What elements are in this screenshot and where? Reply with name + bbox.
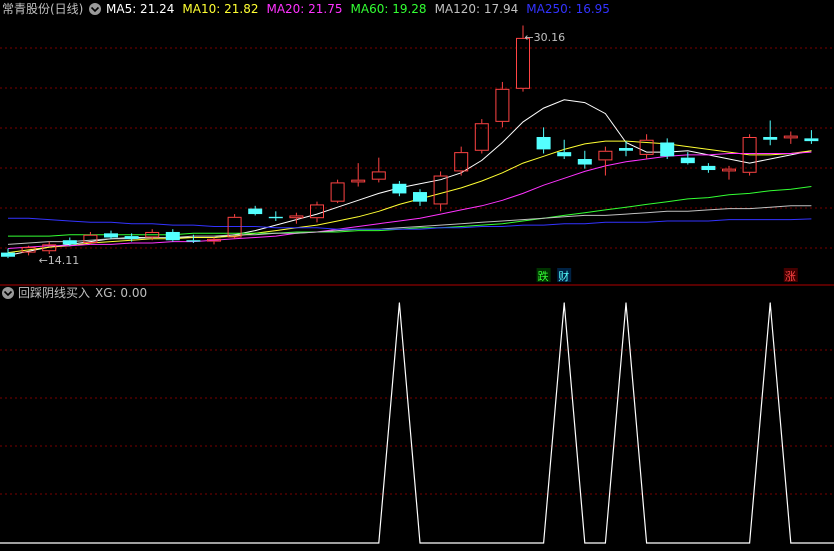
candle[interactable] — [619, 141, 633, 157]
candle[interactable] — [351, 163, 366, 187]
ma-legend-item: MA5: 21.24 — [106, 2, 174, 16]
ma-legend-item: MA20: 21.75 — [266, 2, 342, 16]
candle[interactable] — [454, 146, 469, 176]
ma20-line — [7, 151, 812, 249]
ma-legend-item: MA60: 19.28 — [351, 2, 427, 16]
candle[interactable] — [536, 127, 551, 154]
candle[interactable] — [371, 157, 386, 183]
collapse-icon[interactable] — [89, 3, 101, 15]
indicator-collapse-icon[interactable] — [2, 287, 14, 299]
svg-text:跌: 跌 — [538, 269, 549, 283]
chart-canvas: ←14.11 ←30.16 跌财 涨 常青股份(日线) MA5: 21.24 MA10… — [0, 2, 834, 544]
xg-value-label: XG: 0.00 — [95, 286, 147, 300]
candle[interactable] — [248, 205, 263, 216]
svg-text:涨: 涨 — [785, 270, 796, 283]
candle[interactable] — [1, 248, 15, 259]
moving-average-lines — [7, 99, 812, 256]
price-annotation: ←14.11 — [39, 254, 80, 267]
candle[interactable] — [577, 150, 592, 169]
candle[interactable] — [392, 181, 407, 197]
candle[interactable] — [310, 201, 324, 223]
candle[interactable] — [433, 171, 448, 212]
indicator-title: 回踩阴线买入 — [18, 286, 90, 300]
main-legend: 常青股份(日线) MA5: 21.24 MA10: 21.82 MA20: 21.7… — [2, 2, 610, 16]
stock-title: 常青股份(日线) — [2, 2, 83, 16]
xg-peak — [563, 302, 565, 304]
candle[interactable] — [783, 131, 798, 144]
candle[interactable] — [722, 165, 736, 180]
candle[interactable] — [165, 229, 180, 242]
candle[interactable] — [660, 138, 675, 160]
candle[interactable] — [598, 146, 613, 176]
xg-line — [0, 302, 834, 544]
candle[interactable] — [83, 231, 98, 245]
candle[interactable] — [413, 189, 427, 206]
grid-lines — [0, 47, 834, 495]
candle[interactable] — [104, 230, 118, 239]
candle[interactable] — [701, 163, 716, 173]
candle[interactable] — [207, 237, 221, 245]
price-annotation: ←30.16 — [524, 31, 565, 44]
ma-legend-item: MA120: 17.94 — [435, 2, 519, 16]
candle[interactable] — [474, 119, 489, 154]
ma5-line — [7, 99, 812, 256]
xg-peak — [398, 302, 400, 304]
candle[interactable] — [804, 130, 819, 144]
signal-markers: 跌财 涨 — [536, 268, 798, 283]
candle[interactable] — [557, 139, 572, 160]
candle[interactable] — [763, 120, 778, 146]
ma-legend-items: MA5: 21.24 MA10: 21.82 MA20: 21.75 MA60: 19… — [106, 2, 610, 16]
indicator-legend: 回踩阴线买入 XG: 0.00 — [2, 286, 147, 300]
candle[interactable] — [330, 179, 345, 204]
ma-legend-item: MA10: 21.82 — [182, 2, 258, 16]
signal-marker: 财 — [557, 268, 572, 283]
xg-peak — [625, 302, 627, 304]
ma-legend-item: MA250: 16.95 — [526, 2, 610, 16]
svg-text:财: 财 — [558, 269, 569, 283]
candle[interactable] — [289, 212, 304, 224]
xg-signal-series — [0, 302, 834, 544]
candle[interactable] — [495, 81, 510, 128]
xg-peak — [769, 302, 771, 304]
candle[interactable] — [680, 152, 695, 165]
candle[interactable] — [639, 134, 654, 160]
candle[interactable] — [268, 211, 283, 221]
signal-marker: 涨 — [783, 268, 798, 283]
candle[interactable] — [62, 237, 77, 246]
signal-marker: 跌 — [536, 268, 551, 283]
